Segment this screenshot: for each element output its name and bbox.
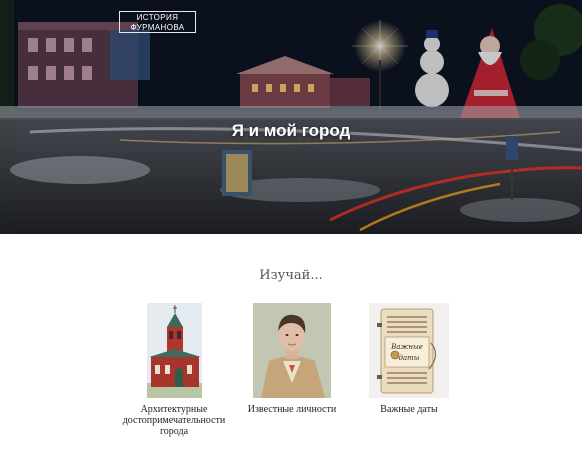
portrait-painting: [253, 303, 331, 398]
night-city-photo: [0, 0, 582, 234]
card-label: Известные личности: [247, 404, 337, 415]
section-title: Изучай...: [259, 268, 323, 283]
card-famous-people[interactable]: Известные личности: [240, 303, 344, 415]
notebook-photo: Важные даты: [369, 303, 449, 398]
notebook-title-line1: Важные: [390, 343, 423, 351]
church-photo: [146, 303, 202, 398]
hero-banner: ИСТОРИЯ ФУРМАНОВА Я и мой город: [0, 0, 582, 234]
card-important-dates[interactable]: Важные даты Важные даты: [358, 303, 460, 415]
logo-text-line1: ИСТОРИЯ: [136, 13, 179, 22]
site-logo-link[interactable]: ИСТОРИЯ ФУРМАНОВА: [119, 11, 196, 33]
logo-text-line2: ФУРМАНОВА: [130, 23, 185, 32]
hero-title: Я и мой город: [231, 121, 351, 140]
card-label: Важные даты: [380, 404, 438, 415]
card-architecture[interactable]: Архитектурные достопримечательности горо…: [112, 303, 236, 437]
card-label: Архитектурные достопримечательности горо…: [122, 404, 226, 437]
notebook-title-line2: даты: [399, 354, 420, 362]
